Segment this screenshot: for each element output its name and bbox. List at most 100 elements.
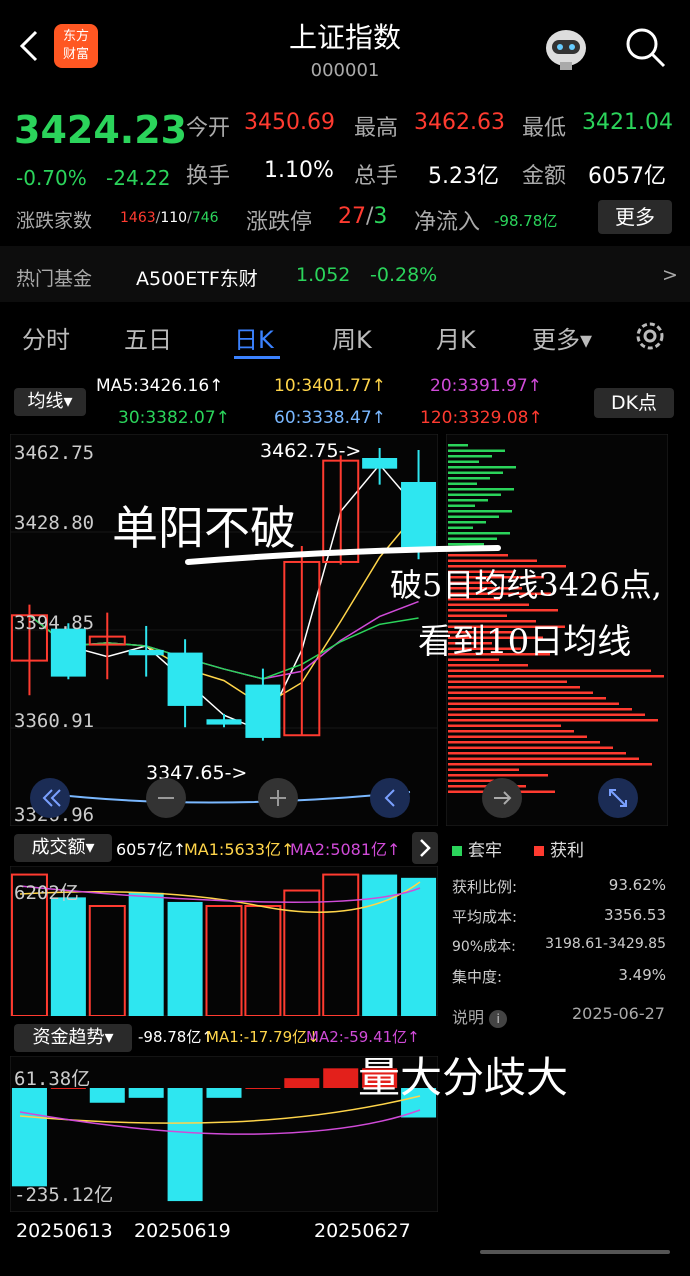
volume-y-label: 6202亿 <box>14 882 79 904</box>
zoom-out-button[interactable] <box>146 778 186 818</box>
more-button[interactable]: 更多 <box>598 200 672 234</box>
low-value: 3421.04 <box>582 110 673 135</box>
chip-note-link[interactable]: 说明 i <box>452 1004 508 1028</box>
legend-trapped: 套牢 <box>452 836 502 861</box>
chip-stat-value: 3.49% <box>618 966 666 984</box>
kline-y-label: 3462.75 <box>14 442 95 464</box>
chip-bar <box>448 488 514 491</box>
breadth-down: 746 <box>191 210 219 226</box>
flow-bar <box>284 1078 320 1088</box>
dk-button[interactable]: DK点 <box>594 388 674 418</box>
ma10-value: 10:3401.77↑ <box>274 376 386 396</box>
plus-icon <box>270 790 286 806</box>
chip-note-label: 说明 <box>452 1008 485 1027</box>
volume-bar <box>167 901 203 1016</box>
date-label: 20250627 <box>314 1220 411 1242</box>
chip-stat-label: 平均成本: <box>452 908 518 926</box>
chip-bar <box>448 444 468 447</box>
volume-selector[interactable]: 成交额▾ <box>14 834 112 862</box>
ma120-value: 120:3329.08↑ <box>420 408 543 428</box>
chip-bar <box>448 724 561 727</box>
limit-down: 3 <box>373 204 388 229</box>
annotation-text: 看到10日均线 <box>418 622 632 662</box>
search-button[interactable] <box>624 26 668 74</box>
candle-body <box>128 649 164 656</box>
chip-bar <box>448 697 606 700</box>
chip-bar <box>448 713 645 716</box>
tab-intraday[interactable]: 分时 <box>22 320 70 355</box>
annotation-text: 破5日均线3426点, <box>390 566 662 604</box>
change-value: -24.22 <box>106 166 171 190</box>
breadth-flat: 110 <box>160 210 188 226</box>
chip-bar <box>448 455 492 458</box>
ma5-value: MA5:3426.16↑ <box>96 376 224 396</box>
chip-bar <box>448 675 664 678</box>
chevron-right-icon <box>420 839 431 857</box>
gear-icon <box>636 322 664 350</box>
chip-bar <box>448 669 651 672</box>
candle-body <box>362 457 398 469</box>
chip-next-button[interactable] <box>482 778 522 818</box>
chip-bar <box>448 719 658 722</box>
limit-up: 27 <box>338 204 366 229</box>
zoom-in-button[interactable] <box>258 778 298 818</box>
current-price: 3424.23 <box>14 108 188 152</box>
volume-bar <box>401 877 437 1016</box>
flow-bar <box>11 1088 47 1187</box>
chip-stat-value: 3198.61-3429.85 <box>545 936 666 952</box>
tab-five-day[interactable]: 五日 <box>124 320 172 355</box>
chip-bar <box>448 735 587 738</box>
limit-values: 27/3 <box>338 204 388 229</box>
home-indicator <box>480 1250 670 1254</box>
ma20-value: 20:3391.97↑ <box>430 376 542 396</box>
chip-bar <box>448 609 558 612</box>
robot-icon <box>546 30 586 70</box>
high-value: 3462.63 <box>414 110 505 135</box>
settings-button[interactable] <box>632 318 668 358</box>
chip-bar <box>448 526 473 529</box>
hot-fund-row[interactable]: 热门基金 A500ETF东财 1.052 -0.28% > <box>0 246 690 302</box>
volume-bar <box>50 897 86 1016</box>
hot-fund-arrow: > <box>662 264 678 286</box>
low-label: 最低 <box>522 116 567 141</box>
tab-monthly-k[interactable]: 月K <box>436 320 476 355</box>
volume-expand-button[interactable] <box>412 832 438 864</box>
chip-bar <box>448 774 548 777</box>
breadth-up: 1463 <box>120 210 156 226</box>
legend-profit: 获利 <box>534 836 584 861</box>
turnover-label: 换手 <box>186 164 231 189</box>
scroll-left-button[interactable] <box>30 778 70 818</box>
chip-bar <box>448 504 475 507</box>
chip-bar <box>448 521 486 524</box>
chip-bar <box>448 466 516 469</box>
flow-selector[interactable]: 资金趋势▾ <box>14 1024 132 1052</box>
ma-selector[interactable]: 均线▾ <box>14 388 86 416</box>
volume-value: 5.23亿 <box>428 164 499 189</box>
flow-value: -98.78亿↑ <box>138 1028 214 1046</box>
chip-stat-row: 获利比例: 93.62% <box>452 876 666 897</box>
chip-bar <box>448 499 488 502</box>
tab-weekly-k[interactable]: 周K <box>332 320 372 355</box>
robot-button[interactable] <box>540 22 592 76</box>
change-pct: -0.70% <box>16 166 87 190</box>
expand-button[interactable] <box>598 778 638 818</box>
hot-fund-label: 热门基金 <box>16 268 93 290</box>
turnover-value: 1.10% <box>264 158 334 183</box>
chip-bar <box>448 477 490 480</box>
chip-bar <box>448 493 501 496</box>
chip-stat-row: 平均成本: 3356.53 <box>452 906 666 927</box>
volume-ma1: MA1:5633亿↑ <box>184 840 295 859</box>
chip-bar <box>448 686 580 689</box>
hot-fund-change: -0.28% <box>370 264 438 286</box>
chip-date: 2025-06-27 <box>572 1004 665 1023</box>
tab-daily-k[interactable]: 日K <box>234 320 274 355</box>
flow-y-top: 61.38亿 <box>14 1068 91 1090</box>
flow-bar <box>167 1088 203 1202</box>
chip-bar <box>448 708 632 711</box>
chevron-left-icon <box>384 789 395 807</box>
scroll-right-button[interactable] <box>370 778 410 818</box>
tab-more[interactable]: 更多▾ <box>532 320 592 355</box>
chip-bar <box>448 515 499 518</box>
amount-value: 6057亿 <box>588 164 666 189</box>
netflow-value: -98.78亿 <box>494 212 558 230</box>
